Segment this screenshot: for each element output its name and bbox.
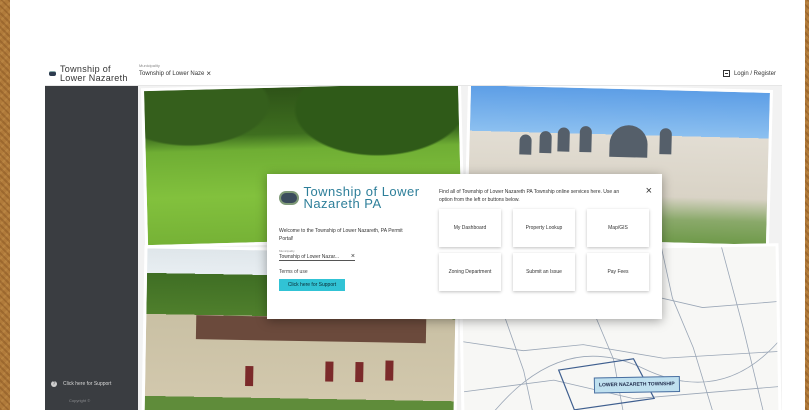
welcome-modal: Township of Lower Nazareth PA Welcome to… [267, 174, 662, 319]
support-button[interactable]: Click here for Support [279, 279, 345, 291]
modal-municipality-value: Township of Lower Nazar... [279, 253, 340, 260]
welcome-text: Welcome to the Township of Lower Nazaret… [279, 228, 403, 242]
map-label: LOWER NAZARETH TOWNSHIP [593, 375, 680, 394]
my-dashboard-button[interactable]: My Dashboard [439, 209, 501, 247]
brand-name: Township of Lower Nazareth [59, 63, 128, 83]
close-icon[interactable]: × [206, 69, 211, 78]
service-tiles: My Dashboard Property Lookup Map/GIS Zon… [439, 209, 649, 291]
property-lookup-button[interactable]: Property Lookup [513, 209, 575, 247]
help-icon: ? [51, 381, 57, 387]
municipality-value: Township of Lower Naze [139, 70, 205, 77]
login-register-button[interactable]: Login / Register [722, 70, 776, 77]
modal-left-panel: Township of Lower Nazareth PA Welcome to… [279, 184, 429, 291]
zoning-department-button[interactable]: Zoning Department [439, 253, 501, 291]
copyright: Copyright © [69, 398, 91, 403]
map-gis-button[interactable]: Map/GIS [587, 209, 649, 247]
sidebar: ? Click here for Support Copyright © [45, 86, 138, 410]
brand[interactable]: Township of Lower Nazareth [45, 63, 137, 83]
close-icon[interactable]: × [646, 186, 652, 197]
modal-title: Township of Lower Nazareth PA [303, 184, 420, 211]
township-seal-logo [279, 191, 300, 205]
sidebar-support-link[interactable]: ? Click here for Support [51, 381, 111, 387]
close-icon[interactable]: × [351, 253, 355, 260]
login-icon [722, 70, 730, 77]
modal-right-panel: Find all of Township of Lower Nazareth P… [439, 186, 654, 291]
login-label: Login / Register [733, 70, 776, 77]
terms-of-use-link[interactable]: Terms of use [279, 269, 429, 275]
sidebar-support-label: Click here for Support [63, 381, 112, 387]
municipality-select[interactable]: Municipality Township of Lower Naze × [139, 63, 211, 78]
modal-municipality-select[interactable]: Municipality Township of Lower Nazar... … [279, 249, 355, 261]
pay-fees-button[interactable]: Pay Fees [587, 253, 649, 291]
top-bar: Township of Lower Nazareth Municipality … [45, 62, 782, 86]
intro-text: Find all of Township of Lower Nazareth P… [439, 189, 620, 203]
municipality-label: Municipality [139, 63, 160, 68]
township-logo [49, 71, 56, 76]
submit-an-issue-button[interactable]: Submit an Issue [513, 253, 575, 291]
